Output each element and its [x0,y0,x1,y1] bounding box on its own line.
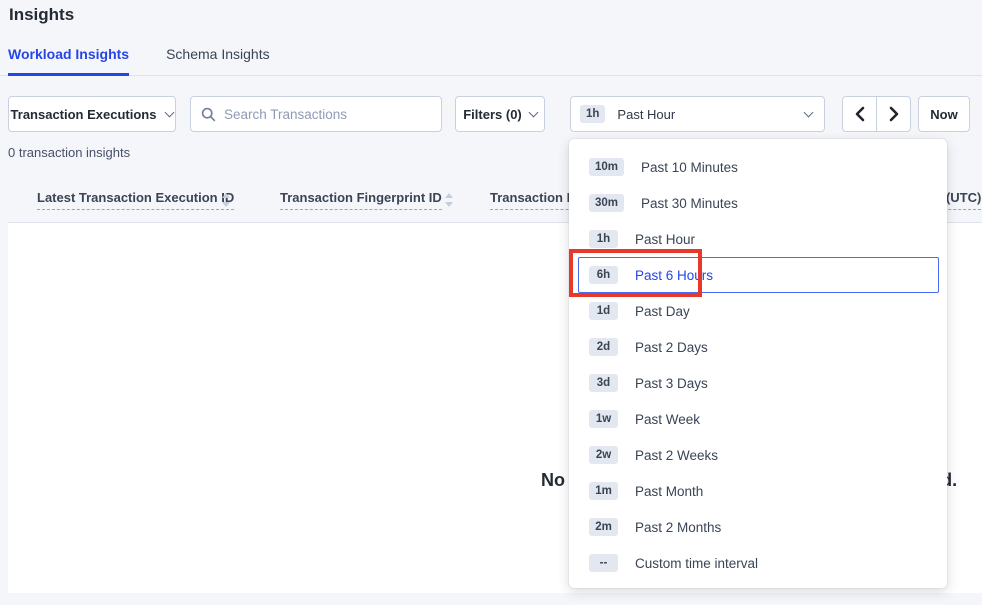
insight-type-dropdown[interactable]: Transaction Executions [8,96,176,132]
time-option-badge: 1d [589,302,618,320]
time-option-label: Past 10 Minutes [641,160,738,175]
time-option-label: Past Hour [635,232,695,247]
now-label: Now [930,107,957,122]
time-interval-badge: 1h [580,105,605,123]
time-option-label: Custom time interval [635,556,758,571]
time-option-badge: 2w [589,446,618,464]
time-interval-label: Past Hour [617,107,805,122]
time-interval-picker[interactable]: 1h Past Hour [570,96,825,132]
time-option-label: Past Week [635,412,700,427]
time-option-3d[interactable]: 3d Past 3 Days [578,365,939,401]
now-button[interactable]: Now [918,96,970,132]
chevron-left-icon [854,106,866,122]
tab-schema-insights[interactable]: Schema Insights [166,46,270,75]
chevron-down-icon [528,107,538,117]
page-title: Insights [9,5,74,25]
time-option-badge: 1h [589,230,618,248]
time-option-1h[interactable]: 1h Past Hour [578,221,939,257]
time-option-badge: 1w [589,410,618,428]
time-option-6h[interactable]: 6h Past 6 Hours [578,257,939,293]
time-option-label: Past 3 Days [635,376,708,391]
tab-bar: Workload Insights Schema Insights [0,44,982,76]
tab-workload-insights[interactable]: Workload Insights [8,46,129,76]
time-option-badge: 2d [589,338,618,356]
search-icon [201,107,216,122]
previous-interval-button[interactable] [842,96,877,132]
time-option-10m[interactable]: 10m Past 10 Minutes [578,149,939,185]
time-option-label: Past 2 Months [635,520,721,535]
time-option-2w[interactable]: 2w Past 2 Weeks [578,437,939,473]
time-interval-dropdown-menu: 10m Past 10 Minutes 30m Past 30 Minutes 1h Pa… [569,139,947,588]
search-input[interactable] [224,107,431,122]
time-option-label: Past 30 Minutes [641,196,738,211]
time-option-label: Past 6 Hours [635,268,713,283]
chevron-down-icon [804,107,814,117]
time-option-1m[interactable]: 1m Past Month [578,473,939,509]
sort-icon[interactable] [445,193,453,207]
time-option-label: Past Month [635,484,703,499]
time-option-custom[interactable]: -- Custom time interval [578,545,939,581]
filters-label: Filters (0) [463,107,522,122]
chevron-down-icon [165,107,175,117]
next-interval-button[interactable] [876,96,911,132]
time-option-badge: -- [589,554,618,572]
insights-count: 0 transaction insights [8,145,130,160]
time-option-30m[interactable]: 30m Past 30 Minutes [578,185,939,221]
column-header[interactable]: Transaction Fingerprint ID [280,190,442,210]
time-option-2m[interactable]: 2m Past 2 Months [578,509,939,545]
chevron-right-icon [888,106,900,122]
time-option-label: Past 2 Weeks [635,448,718,463]
time-option-badge: 30m [589,194,624,212]
time-option-label: Past 2 Days [635,340,708,355]
time-option-badge: 6h [589,266,618,284]
time-option-1w[interactable]: 1w Past Week [578,401,939,437]
search-box[interactable] [190,96,442,132]
filters-dropdown[interactable]: Filters (0) [455,96,545,132]
time-nav-arrows [842,96,911,132]
column-header[interactable]: Latest Transaction Execution ID [37,190,234,210]
time-option-badge: 1m [589,482,618,500]
sort-icon[interactable] [222,193,230,207]
insight-type-label: Transaction Executions [11,107,157,122]
time-option-1d[interactable]: 1d Past Day [578,293,939,329]
time-option-badge: 2m [589,518,618,536]
time-option-2d[interactable]: 2d Past 2 Days [578,329,939,365]
time-option-badge: 10m [589,158,624,176]
time-option-label: Past Day [635,304,690,319]
time-option-badge: 3d [589,374,618,392]
